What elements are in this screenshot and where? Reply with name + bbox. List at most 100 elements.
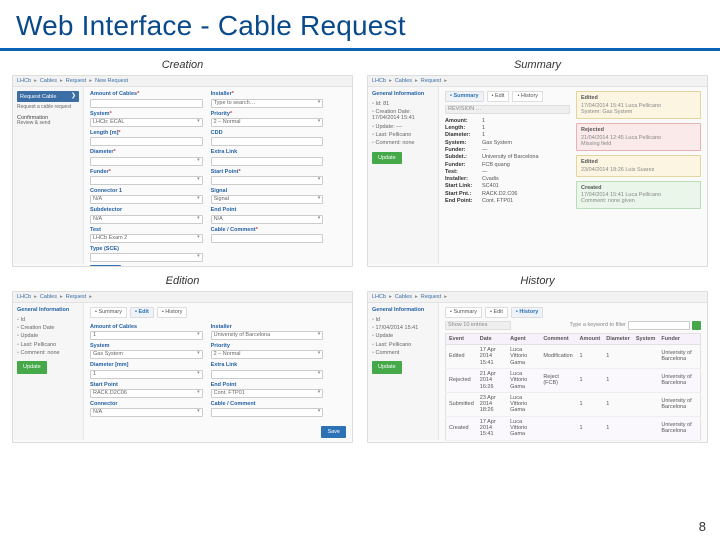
field-label: Start Point <box>90 382 203 388</box>
tab-edit[interactable]: • Edit <box>130 307 154 317</box>
form-input[interactable]: LHCb: ECAL <box>90 118 203 127</box>
form-input[interactable]: 2 – Normal <box>211 350 324 359</box>
show-entries[interactable]: Show 10 entries <box>445 321 511 330</box>
field-label: Test <box>90 227 203 233</box>
tab-summary[interactable]: • Summary <box>90 307 127 317</box>
form-input[interactable]: Gas System <box>90 350 203 359</box>
screenshot-summary: LHCb▸ Cables▸ Request▸ General Informati… <box>367 75 708 267</box>
history-table: EventDateAgentCommentAmountDiameterSyste… <box>445 333 701 441</box>
form-input[interactable] <box>211 157 324 166</box>
field-label: Priority <box>211 343 324 349</box>
form-input[interactable] <box>90 99 203 108</box>
field-label: Subdetector <box>90 207 203 213</box>
form-input[interactable] <box>90 176 203 185</box>
search-label: Type a keyword to filter <box>569 322 626 328</box>
side-title: General Information <box>17 307 79 313</box>
form-input[interactable] <box>90 137 203 146</box>
form-input[interactable] <box>211 176 324 185</box>
caption-summary: Summary <box>367 59 708 71</box>
field-label: Cable / Comment <box>211 401 324 407</box>
update-button[interactable]: Update <box>372 152 402 164</box>
field-label: CDD <box>211 130 324 136</box>
form-input[interactable]: 1 <box>90 331 203 340</box>
field-label: Amount of Cables* <box>90 91 203 97</box>
tab-history[interactable]: • History <box>512 91 543 101</box>
form-input[interactable] <box>90 253 203 262</box>
screenshot-edition: LHCb▸ Cables▸ Request▸ General Informati… <box>12 291 353 443</box>
field-label: Connector <box>90 401 203 407</box>
form-input[interactable]: N/A <box>90 195 203 204</box>
form-input[interactable]: RACK.D2C06 <box>90 389 203 398</box>
screenshot-history: LHCb▸ Cables▸ Request▸ General Informati… <box>367 291 708 443</box>
field-label: Diameter* <box>90 149 203 155</box>
confirm-button[interactable]: Confirm <box>90 265 121 267</box>
side-title: General Information <box>372 307 434 313</box>
field-label: Cable / Comment* <box>211 227 324 233</box>
form-input[interactable]: N/A <box>90 408 203 417</box>
search-input[interactable] <box>628 321 690 330</box>
breadcrumb: LHCb▸ Cables▸ Request▸ New Request <box>13 76 352 87</box>
form-input[interactable] <box>211 234 324 243</box>
tab-edit[interactable]: • Edit <box>485 307 508 317</box>
field-label: Type (SCE) <box>90 246 203 252</box>
status-card: Created17/04/2014 15:41 Luca PellicanoCo… <box>576 181 701 209</box>
form-input[interactable] <box>211 370 324 379</box>
form-input[interactable]: Type to search… <box>211 99 324 108</box>
form-input[interactable]: N/A <box>90 215 203 224</box>
search-button[interactable] <box>692 321 701 330</box>
step-request-cable[interactable]: Request Cable❯ <box>17 91 79 102</box>
status-card: Edited17/04/2014 15:41 Luca PellicanoSys… <box>576 91 701 119</box>
field-label: System* <box>90 111 203 117</box>
form-input[interactable]: Cont. FTP01 <box>211 389 324 398</box>
tab-summary[interactable]: • Summary <box>445 91 484 101</box>
screenshot-creation: LHCb▸ Cables▸ Request▸ New Request Reque… <box>12 75 353 267</box>
tab-summary[interactable]: • Summary <box>445 307 482 317</box>
table-row: Created17 Apr 2014 15:41Luca Vittorio Ga… <box>446 416 701 440</box>
form-input[interactable]: N/A <box>211 215 324 224</box>
field-label: Length [m]* <box>90 130 203 136</box>
update-button[interactable]: Update <box>372 361 402 373</box>
revision-bar: REVISION … <box>445 105 570 114</box>
field-label: Signal <box>211 188 324 194</box>
form-input[interactable]: 1 <box>90 370 203 379</box>
field-label: Priority* <box>211 111 324 117</box>
field-label: Installer* <box>211 91 324 97</box>
field-label: Start Point* <box>211 169 324 175</box>
field-label: Amount of Cables <box>90 324 203 330</box>
form-input[interactable]: Signal <box>211 195 324 204</box>
slide-title: Web Interface - Cable Request <box>0 0 720 48</box>
form-input[interactable] <box>90 157 203 166</box>
table-row: Edited17 Apr 2014 15:41Luca Vittorio Gam… <box>446 344 701 368</box>
caption-edition: Edition <box>12 275 353 287</box>
page-number: 8 <box>699 519 706 534</box>
tab-history[interactable]: • History <box>157 307 188 317</box>
form-input[interactable]: University of Barcelona <box>211 331 324 340</box>
field-label: Installer <box>211 324 324 330</box>
form-input[interactable] <box>211 137 324 146</box>
field-label: Extra Link <box>211 362 324 368</box>
caption-creation: Creation <box>12 59 353 71</box>
update-button[interactable]: Update <box>17 361 47 373</box>
breadcrumb: LHCb▸ Cables▸ Request▸ <box>368 292 707 303</box>
caption-history: History <box>367 275 708 287</box>
table-row: Rejected21 Apr 2014 16:26Luca Vittorio G… <box>446 368 701 392</box>
chevron-right-icon: ❯ <box>71 93 76 100</box>
side-title: General Information <box>372 91 434 97</box>
form-input[interactable] <box>211 408 324 417</box>
pager: First Previous 1 Next Last <box>445 441 701 443</box>
save-button[interactable]: Save <box>321 426 346 438</box>
form-input[interactable]: LHCb Exam 2 <box>90 234 203 243</box>
field-label: Funder* <box>90 169 203 175</box>
tab-edit[interactable]: • Edit <box>487 91 510 101</box>
breadcrumb: LHCb▸ Cables▸ Request▸ <box>13 292 352 303</box>
field-label: Extra Link <box>211 149 324 155</box>
status-card: Rejected21/04/2014 12:45 Luca PellicanoM… <box>576 123 701 151</box>
field-label: Diameter [mm] <box>90 362 203 368</box>
tab-history[interactable]: • History <box>511 307 543 317</box>
field-label: End Point <box>211 207 324 213</box>
field-label: End Point <box>211 382 324 388</box>
breadcrumb: LHCb▸ Cables▸ Request▸ <box>368 76 707 87</box>
field-label: System <box>90 343 203 349</box>
table-row: Submitted23 Apr 2014 18:26Luca Vittorio … <box>446 392 701 416</box>
form-input[interactable]: 2 – Normal <box>211 118 324 127</box>
